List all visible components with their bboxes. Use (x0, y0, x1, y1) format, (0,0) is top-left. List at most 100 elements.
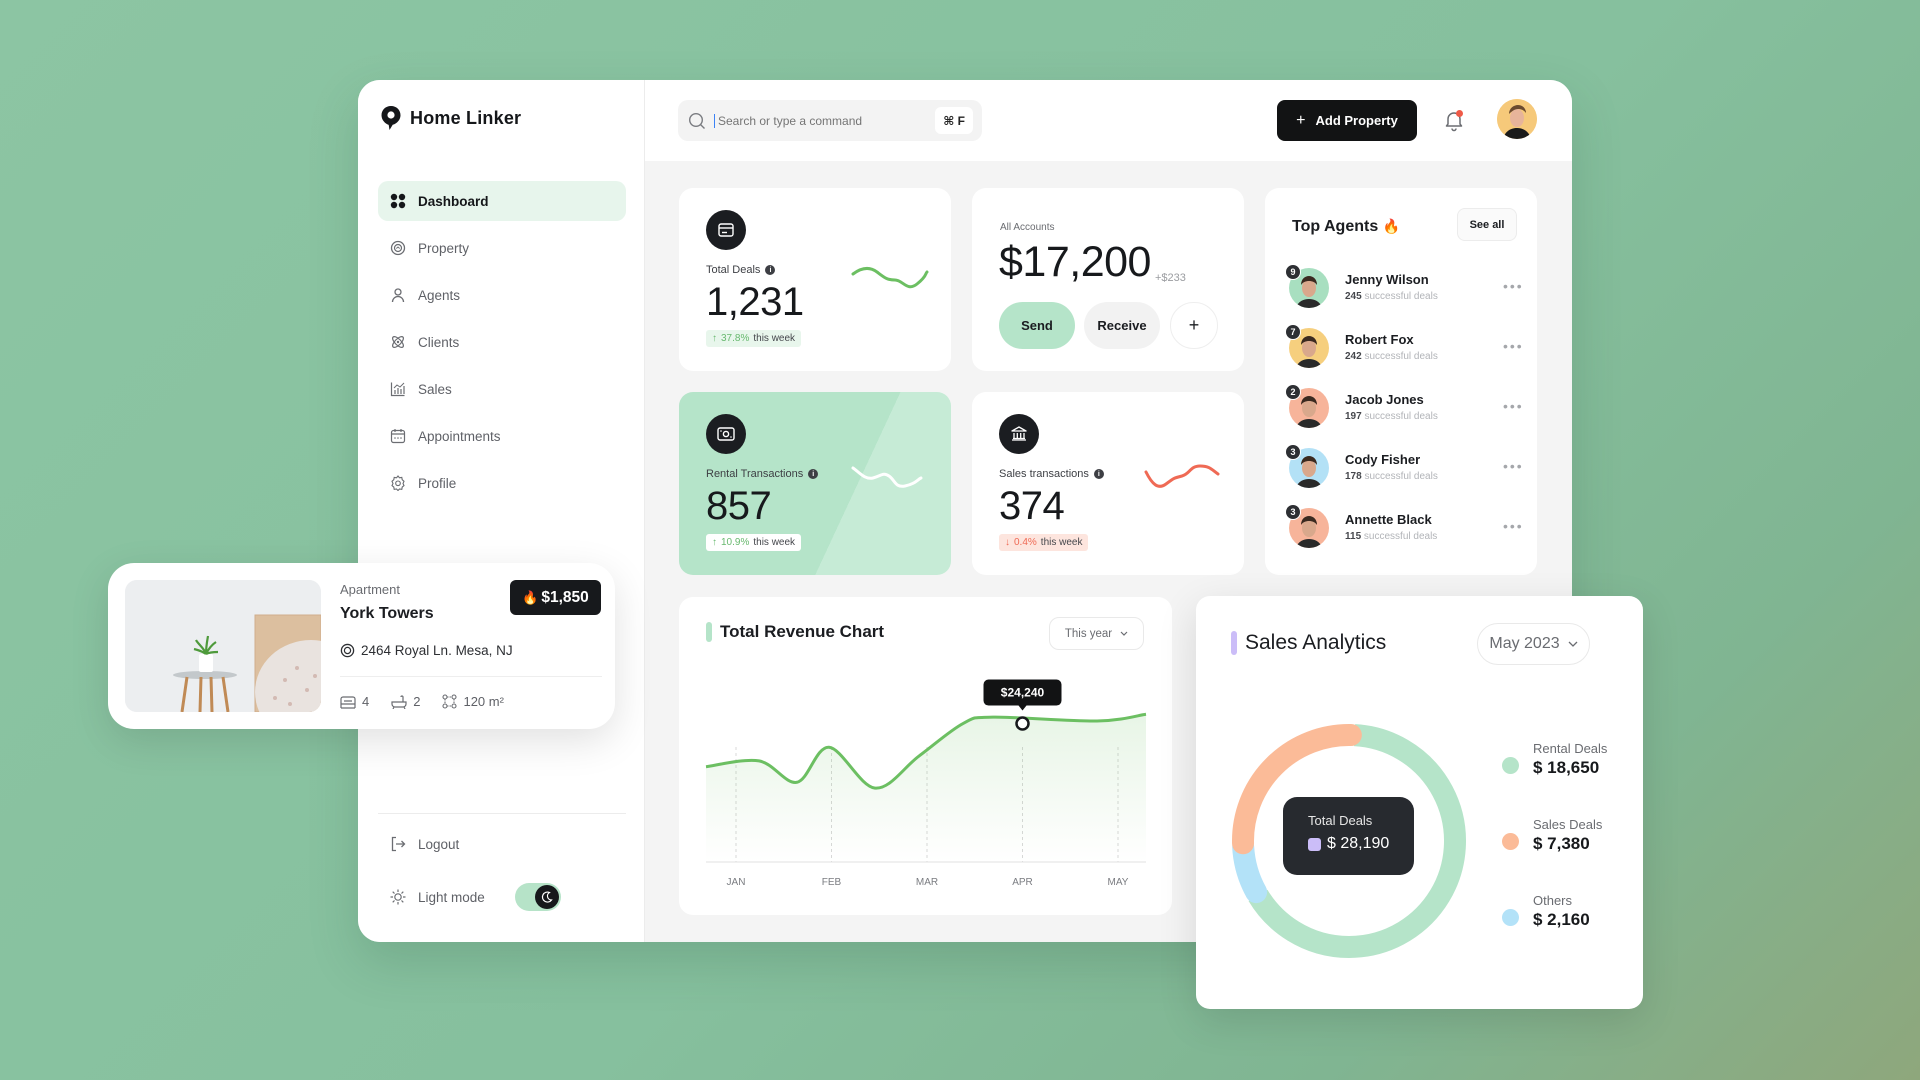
property-name: York Towers (340, 605, 434, 622)
property-card[interactable]: Apartment York Towers 🔥 $1,850 2464 Roya… (108, 563, 615, 729)
info-icon[interactable]: i (765, 265, 776, 275)
sidebar-item-label: Clients (418, 334, 460, 350)
add-property-button[interactable]: + Add Property (1277, 100, 1417, 141)
bell-icon (1445, 110, 1463, 132)
agent-row[interactable]: 9 Jenny Wilson 245 successful deals ••• (1285, 264, 1522, 312)
agent-row[interactable]: 7 Robert Fox 242 successful deals ••• (1285, 324, 1522, 372)
info-icon[interactable]: i (1093, 469, 1104, 479)
card-icon (999, 414, 1039, 454)
legend-swatch (1502, 909, 1519, 926)
light-mode-label: Light mode (418, 889, 485, 905)
sidebar-item-property[interactable]: Property (378, 228, 626, 268)
rental-transactions-card: Rental Transactions i 857 ↑ 10.9% this we… (679, 392, 951, 575)
add-account-button[interactable]: + (1170, 302, 1218, 349)
all-accounts-card: All Accounts $17,200 +$233 Send Receive … (972, 188, 1244, 371)
app-name: Home Linker (410, 107, 522, 128)
sun-icon (390, 889, 406, 905)
title-accent-bar (1231, 631, 1237, 655)
arrow-up-icon: ↑ (712, 333, 717, 344)
legend-label: Others (1533, 893, 1573, 908)
bedroom-illustration (125, 580, 321, 712)
agent-deals: 197 successful deals (1345, 411, 1438, 422)
avatar-portrait (1497, 99, 1537, 139)
accounts-value: $17,200 (999, 238, 1151, 286)
search-bar[interactable]: ⌘ F (678, 100, 982, 141)
x-tick-label: APR (1012, 877, 1033, 888)
x-tick-label: FEB (822, 877, 842, 888)
agent-name: Jacob Jones (1345, 392, 1424, 407)
sparkline (851, 266, 929, 289)
agent-rank-badge: 7 (1285, 324, 1301, 340)
agent-row[interactable]: 3 Cody Fisher 178 successful deals ••• (1285, 444, 1522, 492)
logout-button[interactable]: Logout (390, 836, 459, 852)
change-percent: 10.9% (721, 537, 750, 548)
clients-icon (392, 336, 404, 348)
sidebar-divider (378, 813, 626, 814)
sidebar-item-sales[interactable]: Sales (378, 369, 626, 409)
change-badge: ↑ 37.8% this week (706, 330, 802, 347)
search-input[interactable] (714, 113, 914, 128)
agent-row[interactable]: 2 Jacob Jones 197 successful deals ••• (1285, 384, 1522, 432)
agent-deals: 178 successful deals (1345, 471, 1438, 482)
stat-label: Rental Transactions i (706, 468, 819, 480)
agent-deals: 242 successful deals (1345, 351, 1438, 362)
home-pin-icon (390, 240, 406, 256)
more-options-icon[interactable]: ••• (1503, 458, 1524, 474)
chart-icon (390, 382, 405, 397)
notification-button[interactable] (1442, 108, 1466, 132)
agent-rank-badge: 3 (1285, 504, 1301, 520)
legend-value: $ 2,160 (1533, 910, 1590, 929)
x-tick-label: MAR (916, 877, 938, 888)
more-options-icon[interactable]: ••• (1503, 278, 1524, 294)
more-options-icon[interactable]: ••• (1503, 398, 1524, 414)
app-logo[interactable]: Home Linker (380, 105, 521, 131)
change-suffix: this week (753, 537, 796, 548)
total-deals-card: Total Deals i 1,231 ↑ 37.8% this week (679, 188, 951, 371)
change-percent: 0.4% (1014, 537, 1037, 548)
arrow-up-icon: ↑ (712, 537, 717, 548)
change-badge: ↑ 10.9% this week (706, 534, 802, 551)
tooltip-value: $24,240 (1001, 686, 1045, 700)
receive-button[interactable]: Receive (1084, 302, 1160, 349)
agent-deals: 245 successful deals (1345, 291, 1438, 302)
change-badge: ↓ 0.4% this week (999, 534, 1089, 551)
change-suffix: this week (1040, 537, 1083, 548)
stat-label: Sales transactions i (999, 468, 1104, 480)
stat-label: Total Deals i (706, 264, 804, 276)
sidebar-item-appointments[interactable]: Appointments (378, 416, 626, 456)
total-deals-label: Total Deals (1308, 813, 1373, 828)
more-options-icon[interactable]: ••• (1503, 338, 1524, 354)
info-icon[interactable]: i (808, 469, 819, 479)
legend-label: Rental Deals (1533, 741, 1608, 756)
see-all-button[interactable]: See all (1457, 208, 1517, 241)
bathtub-icon (391, 694, 407, 709)
top-agents-title: Top Agents 🔥 (1292, 218, 1401, 235)
sidebar-item-profile[interactable]: Profile (378, 463, 626, 503)
location-pin-logo-icon (381, 106, 401, 130)
location-icon (340, 643, 355, 658)
fire-icon: 🔥 (1382, 218, 1401, 234)
agent-name: Annette Black (1345, 512, 1432, 527)
user-avatar[interactable] (1497, 99, 1537, 139)
grid-icon (390, 193, 406, 209)
notification-dot (1456, 110, 1463, 117)
legend-swatch (1502, 833, 1519, 850)
theme-toggle[interactable] (514, 883, 561, 911)
legend-label: Sales Deals (1533, 817, 1603, 832)
sales-analytics-title: Sales Analytics (1231, 631, 1386, 655)
send-button[interactable]: Send (999, 302, 1075, 349)
agent-rank-badge: 9 (1285, 264, 1301, 280)
add-property-label: Add Property (1315, 113, 1398, 128)
sidebar-item-agents[interactable]: Agents (378, 275, 626, 315)
change-suffix: this week (753, 333, 796, 344)
agent-row[interactable]: 3 Annette Black 115 successful deals ••• (1285, 504, 1522, 552)
sidebar-item-dashboard[interactable]: Dashboard (378, 181, 626, 221)
more-options-icon[interactable]: ••• (1503, 518, 1524, 534)
sales-period-dropdown[interactable]: May 2023 (1477, 623, 1590, 665)
stat-value: 374 (999, 484, 1065, 528)
top-bar: ⌘ F + Add Property (645, 80, 1572, 161)
chevron-down-icon (1568, 641, 1578, 647)
sidebar-item-clients[interactable]: Clients (378, 322, 626, 362)
revenue-chart-card: Total Revenue Chart This year JAN FEB MAR A… (679, 597, 1172, 915)
change-percent: 37.8% (721, 333, 750, 344)
